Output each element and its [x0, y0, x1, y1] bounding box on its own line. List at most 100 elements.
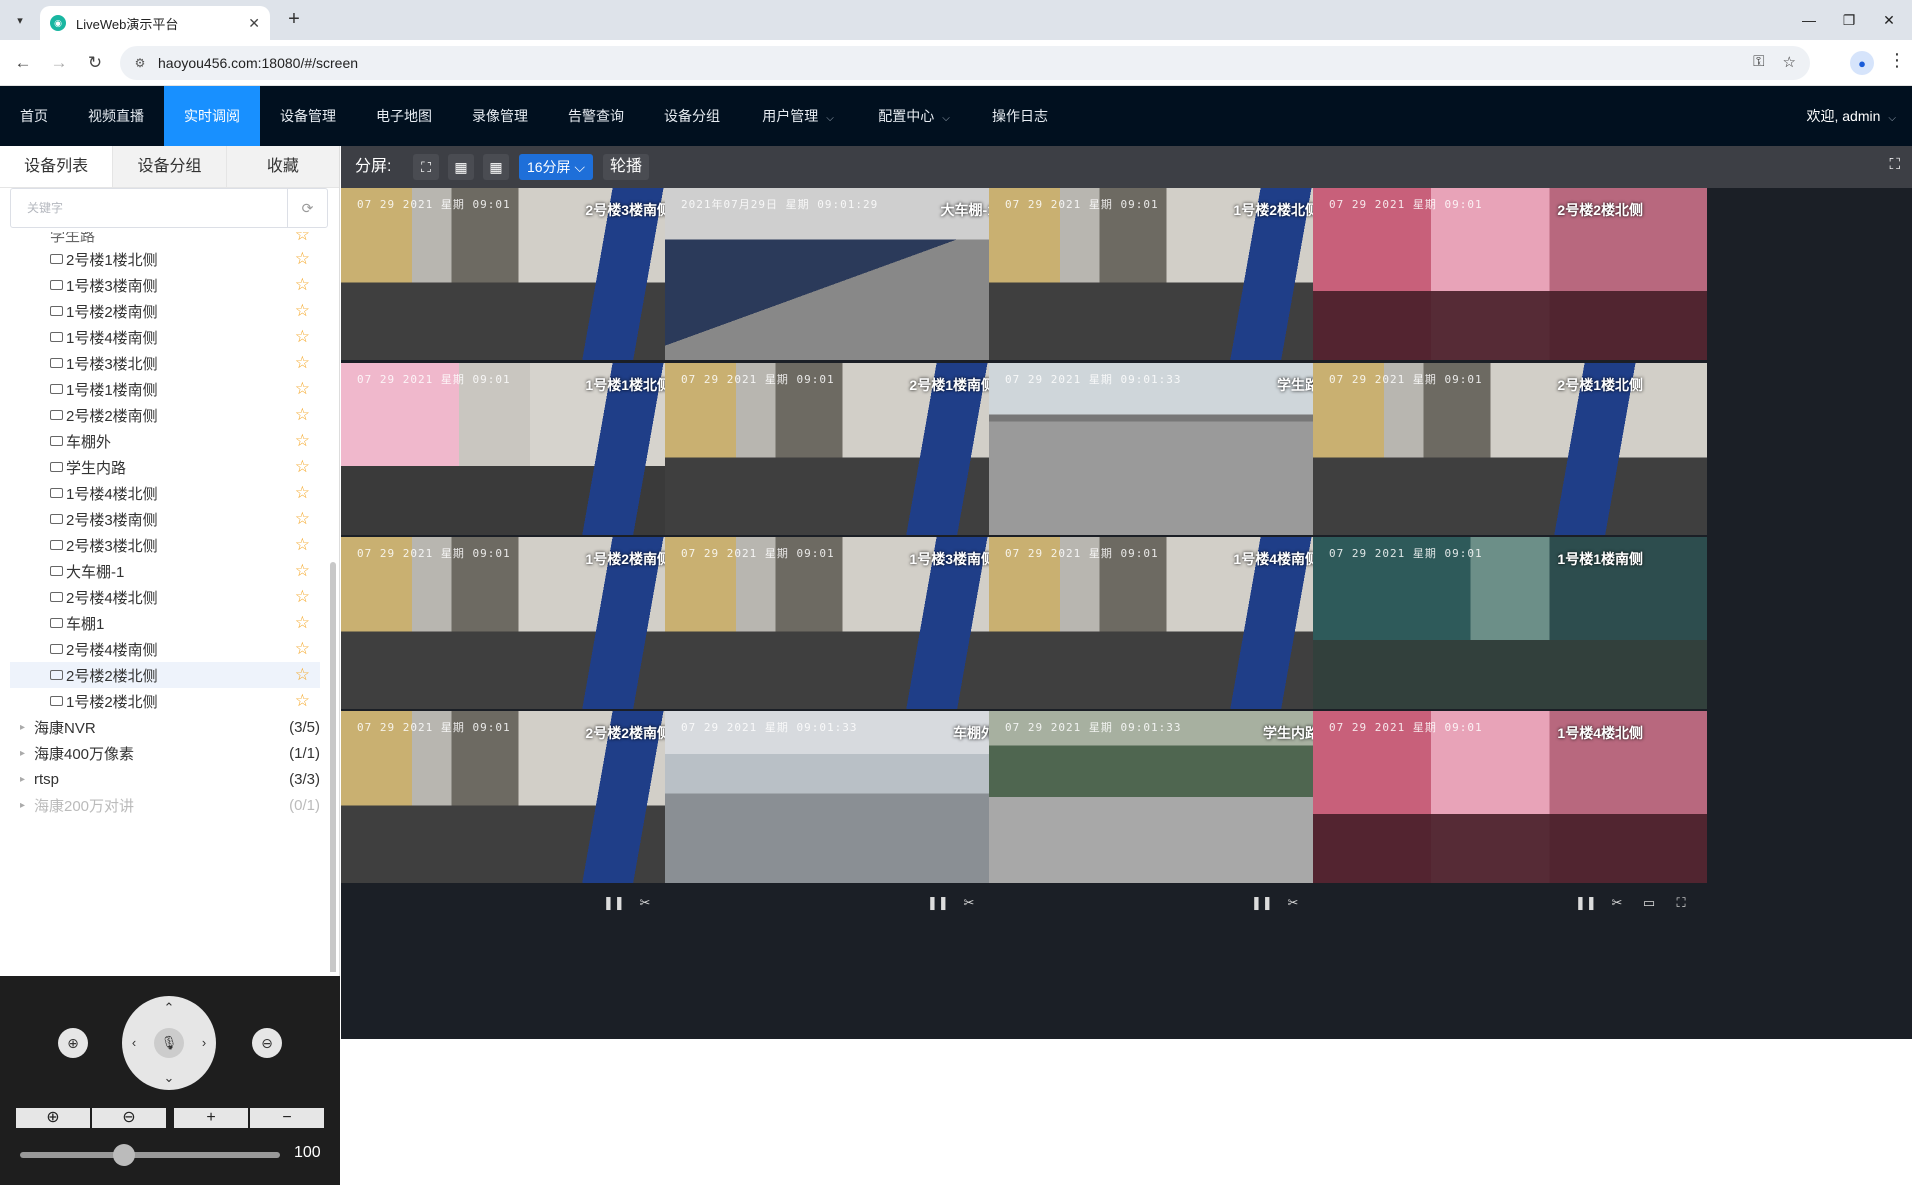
nav-device-mgmt[interactable]: 设备管理 [260, 86, 356, 146]
tree-camera-item[interactable]: 1号楼2楼南侧 ☆ [10, 298, 320, 324]
zoom-out-icon[interactable]: ⊖ [252, 1028, 282, 1058]
favorite-star-icon[interactable]: ☆ [295, 535, 310, 555]
split-9-icon[interactable]: ▦ [483, 154, 509, 180]
tree-group-item[interactable]: ▸ rtsp (3/3) [10, 766, 320, 792]
tree-camera-item[interactable]: 2号楼4楼北侧 ☆ [10, 584, 320, 610]
ptz-up-icon[interactable]: ⌃ [159, 998, 179, 1018]
reload-icon[interactable]: ↻ [82, 50, 108, 76]
fullscreen-icon[interactable]: ⛶ [1671, 883, 1691, 923]
favorite-star-icon[interactable]: ☆ [295, 301, 310, 321]
nav-oplog[interactable]: 操作日志 [972, 86, 1068, 146]
favorite-star-icon[interactable]: ☆ [295, 587, 310, 607]
split-4-icon[interactable]: ▦ [448, 154, 474, 180]
scissors-icon[interactable]: ✂ [1607, 883, 1627, 923]
tree-camera-item[interactable]: 2号楼1楼北侧 ☆ [10, 246, 320, 272]
video-cell[interactable]: 07 29 2021 星期 09:01 1号楼4楼北侧 ❚❚ ✂ ▭ ⛶ [1313, 711, 1707, 923]
profile-avatar-icon[interactable]: ● [1850, 51, 1874, 75]
tab-close-icon[interactable]: ✕ [248, 15, 260, 32]
nav-realtime[interactable]: 实时调阅 [164, 86, 260, 146]
tab-favorites[interactable]: 收藏 [225, 146, 339, 187]
tree-camera-item[interactable]: 1号楼4楼南侧 ☆ [10, 324, 320, 350]
favorite-star-icon[interactable]: ☆ [295, 613, 310, 633]
favorite-star-icon[interactable]: ☆ [295, 561, 310, 581]
scissors-icon[interactable]: ✂ [1283, 883, 1303, 923]
favorite-star-icon[interactable]: ☆ [295, 353, 310, 373]
tree-camera-item[interactable]: 1号楼3楼南侧 ☆ [10, 272, 320, 298]
browser-menu-icon[interactable]: ⋮ [1888, 50, 1906, 71]
nav-live-video[interactable]: 视频直播 [68, 86, 164, 146]
focus-plus-button[interactable]: ⊕ [16, 1108, 90, 1128]
iris-minus-button[interactable]: − [250, 1108, 324, 1128]
carousel-button[interactable]: 轮播 [603, 154, 649, 180]
favorite-star-icon[interactable]: ☆ [295, 405, 310, 425]
tree-group-item[interactable]: ▸ 海康200万对讲 (0/1) [10, 792, 320, 818]
pause-icon[interactable]: ❚❚ [927, 883, 949, 923]
pause-icon[interactable]: ❚❚ [1575, 883, 1597, 923]
bookmark-star-icon[interactable]: ☆ [1783, 53, 1796, 71]
tree-camera-item[interactable]: 大车棚-1 ☆ [10, 558, 320, 584]
tree-camera-item[interactable]: 车棚外 ☆ [10, 428, 320, 454]
fullscreen-wall-icon[interactable]: ⛶ [1889, 156, 1900, 173]
video-stream[interactable] [1313, 188, 1707, 360]
scissors-icon[interactable]: ✂ [635, 883, 655, 923]
tree-camera-item[interactable]: 1号楼3楼北侧 ☆ [10, 350, 320, 376]
tab-search-icon[interactable]: ▾ [8, 8, 32, 32]
tree-camera-item[interactable]: 2号楼3楼南侧 ☆ [10, 506, 320, 532]
tree-scrollbar[interactable] [330, 562, 336, 972]
video-stream[interactable] [1313, 711, 1707, 883]
nav-recording[interactable]: 录像管理 [452, 86, 548, 146]
tree-camera-item[interactable]: 2号楼2楼南侧 ☆ [10, 402, 320, 428]
favorite-star-icon[interactable]: ☆ [295, 232, 310, 245]
favorite-star-icon[interactable]: ☆ [295, 483, 310, 503]
expand-arrow-icon[interactable]: ▸ [20, 800, 34, 811]
tree-camera-item[interactable]: 1号楼1楼南侧 ☆ [10, 376, 320, 402]
favorite-star-icon[interactable]: ☆ [295, 691, 310, 711]
split-1-icon[interactable]: ⛶ [413, 154, 439, 180]
nav-user-mgmt[interactable]: 用户管理 ⌵ [740, 86, 856, 146]
favorite-star-icon[interactable]: ☆ [295, 509, 310, 529]
scissors-icon[interactable]: ✂ [959, 883, 979, 923]
nav-home[interactable]: 首页 [0, 86, 68, 146]
browser-tab[interactable]: ◉ LiveWeb演示平台 ✕ [40, 6, 270, 40]
zoom-in-icon[interactable]: ⊕ [58, 1028, 88, 1058]
favorite-star-icon[interactable]: ☆ [295, 327, 310, 347]
expand-arrow-icon[interactable]: ▸ [20, 722, 34, 733]
favorite-star-icon[interactable]: ☆ [295, 639, 310, 659]
ptz-down-icon[interactable]: ⌄ [159, 1068, 179, 1088]
record-icon[interactable]: ▭ [1639, 883, 1659, 923]
ptz-speed-slider[interactable] [20, 1152, 280, 1158]
tree-camera-item[interactable]: 2号楼3楼北侧 ☆ [10, 532, 320, 558]
user-menu[interactable]: 欢迎, admin ⌵ [1806, 86, 1896, 146]
forward-icon[interactable]: → [46, 50, 72, 76]
video-stream[interactable] [1313, 537, 1707, 709]
nav-emap[interactable]: 电子地图 [356, 86, 452, 146]
refresh-icon[interactable]: ⟳ [287, 189, 327, 227]
favorite-star-icon[interactable]: ☆ [295, 275, 310, 295]
window-close-icon[interactable]: ✕ [1866, 0, 1912, 40]
new-tab-icon[interactable]: + [282, 8, 306, 32]
nav-config-center[interactable]: 配置中心 ⌵ [856, 86, 972, 146]
tree-camera-item[interactable]: 学生内路 ☆ [10, 454, 320, 480]
tree-camera-item[interactable]: 1号楼4楼北侧 ☆ [10, 480, 320, 506]
nav-alarm[interactable]: 告警查询 [548, 86, 644, 146]
ptz-speed-knob[interactable] [113, 1144, 135, 1166]
split-mode-select[interactable]: 16分屏 ⌵ [519, 154, 593, 180]
favorite-star-icon[interactable]: ☆ [295, 665, 310, 685]
video-stream[interactable] [1313, 363, 1707, 535]
tree-camera-item[interactable]: 1号楼2楼北侧 ☆ [10, 688, 320, 714]
expand-arrow-icon[interactable]: ▸ [20, 774, 34, 785]
tree-group-item[interactable]: ▸ 海康NVR (3/5) [10, 714, 320, 740]
tree-camera-item[interactable]: 车棚1 ☆ [10, 610, 320, 636]
microphone-icon[interactable]: 🎙 [154, 1028, 184, 1058]
url-field[interactable]: ⚙ haoyou456.com:18080/#/screen ⚿ ☆ [120, 46, 1810, 80]
tab-device-group[interactable]: 设备分组 [112, 146, 226, 187]
tree-camera-item[interactable]: 2号楼2楼北侧 ☆ [10, 662, 320, 688]
nav-device-group[interactable]: 设备分组 [644, 86, 740, 146]
tab-device-list[interactable]: 设备列表 [0, 146, 113, 187]
tree-group-item[interactable]: ▸ 海康400万像素 (1/1) [10, 740, 320, 766]
favorite-star-icon[interactable]: ☆ [295, 457, 310, 477]
back-icon[interactable]: ← [10, 50, 36, 76]
pause-icon[interactable]: ❚❚ [1251, 883, 1273, 923]
pause-icon[interactable]: ❚❚ [603, 883, 625, 923]
favorite-star-icon[interactable]: ☆ [295, 249, 310, 269]
